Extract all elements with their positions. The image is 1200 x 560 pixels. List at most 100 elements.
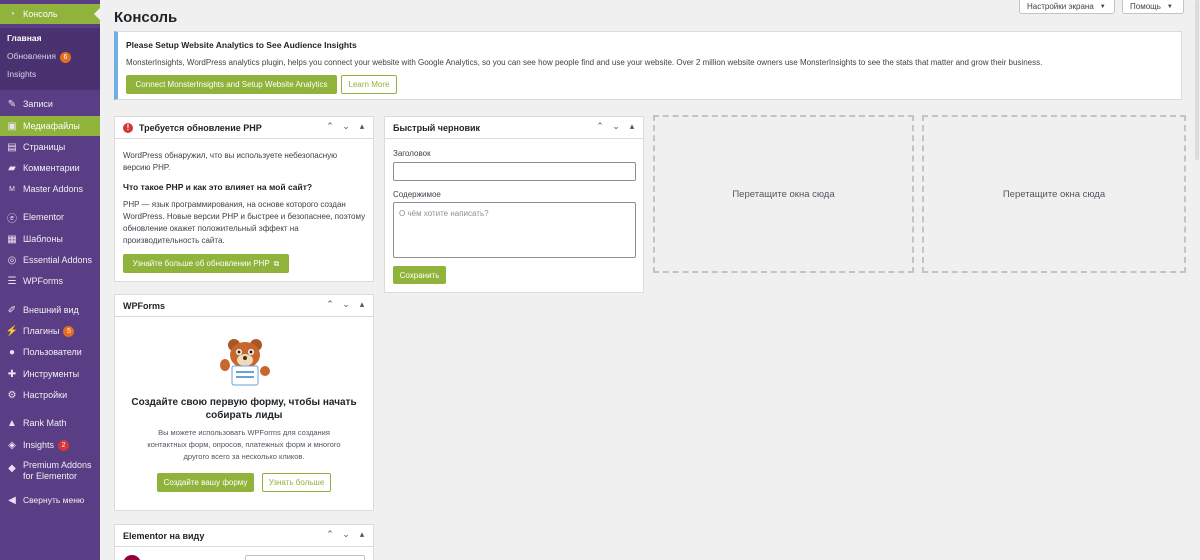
toggle-panel-icon[interactable]: ▴ <box>627 121 637 132</box>
screen-options-button[interactable]: Настройки экрана ▼ <box>1019 0 1115 14</box>
menu-dashboard[interactable]: ◔ Консоль <box>0 4 100 24</box>
menu-rank-math-label: Rank Math <box>23 418 67 428</box>
page-title: Консоль <box>114 9 178 26</box>
draft-content-placeholder: О чём хотите написать? <box>399 209 489 218</box>
brush-icon: ✐ <box>7 304 17 316</box>
admin-sidebar: ◔ Консоль Главная Обновления 6 Insights ✎… <box>0 0 100 560</box>
elementor-icon: ⓔ <box>7 213 17 225</box>
menu-users[interactable]: ● Пользователи <box>0 342 100 362</box>
dropzone-column-4[interactable]: Перетащите окна сюда <box>922 115 1186 273</box>
elementor-logo-icon <box>123 555 141 560</box>
menu-comments[interactable]: ▰ Комментарии <box>0 158 100 178</box>
pages-icon: ▤ <box>7 141 17 153</box>
help-label: Помощь <box>1130 2 1161 11</box>
collapse-menu-label: Свернуть меню <box>23 495 85 505</box>
submenu-home[interactable]: Главная <box>7 33 42 43</box>
menu-appearance[interactable]: ✐ Внешний вид <box>0 300 100 320</box>
save-draft-button[interactable]: Сохранить <box>393 266 446 284</box>
insights-count-badge: 2 <box>58 439 70 451</box>
move-up-icon[interactable]: ⌃ <box>325 299 335 310</box>
menu-plugins-label: Плагины <box>23 326 60 336</box>
wpforms-desc-line3: другого всего за несколько кликов. <box>183 452 305 461</box>
menu-elementor-label: Elementor <box>23 212 65 222</box>
wrench-icon: ✚ <box>7 368 17 380</box>
plugin-icon: ⚡ <box>5 325 19 337</box>
comment-icon: ▰ <box>8 162 16 174</box>
wpforms-heading: Создайте свою первую форму, чтобы начать… <box>115 396 373 422</box>
toggle-panel-icon[interactable]: ▴ <box>357 529 367 540</box>
collapse-arrow-icon: ◀ <box>8 494 16 506</box>
page-scrollbar[interactable] <box>1194 0 1200 560</box>
move-up-icon[interactable]: ⌃ <box>325 529 335 540</box>
move-down-icon[interactable]: ⌄ <box>611 121 621 132</box>
menu-elementor[interactable]: ⓔ Elementor <box>0 207 100 227</box>
wpforms-widget-controls: ⌃ ⌄ ▴ <box>325 299 367 310</box>
dashboard-submenu: Главная Обновления 6 Insights <box>0 28 100 90</box>
move-up-icon[interactable]: ⌃ <box>595 121 605 132</box>
menu-pages-label: Страницы <box>23 142 66 152</box>
learn-more-button[interactable]: Learn More <box>341 75 397 94</box>
move-down-icon[interactable]: ⌄ <box>341 529 351 540</box>
menu-tools-label: Инструменты <box>23 369 80 379</box>
analytics-notice: Please Setup Website Analytics to See Au… <box>114 31 1182 100</box>
menu-essential-addons-label: Essential Addons <box>23 255 93 265</box>
menu-master-addons[interactable]: M Master Addons <box>0 179 100 199</box>
menu-master-addons-label: Master Addons <box>23 184 84 194</box>
menu-plugins[interactable]: ⚡ Плагины 5 <box>0 321 100 341</box>
plugins-count-badge: 5 <box>63 325 75 337</box>
draft-content-textarea[interactable]: О чём хотите написать? <box>393 202 636 258</box>
menu-insights[interactable]: ◈ Insights 2 <box>0 435 100 455</box>
scrollbar-thumb[interactable] <box>1195 0 1199 160</box>
menu-rank-math[interactable]: ▲ Rank Math <box>0 413 100 433</box>
menu-templates[interactable]: ▦ Шаблоны <box>0 229 100 249</box>
create-form-button[interactable]: Создайте вашу форму <box>157 473 254 492</box>
wpforms-learn-more-button[interactable]: Узнать больше <box>262 473 331 492</box>
menu-comments-label: Комментарии <box>23 163 80 173</box>
premium-addons-line2: for Elementor <box>23 471 78 481</box>
php-widget-controls: ⌃ ⌄ ▴ <box>325 121 367 132</box>
submenu-insights[interactable]: Insights <box>7 69 36 79</box>
menu-posts-label: Записи <box>23 99 53 109</box>
move-down-icon[interactable]: ⌄ <box>341 299 351 310</box>
menu-media[interactable]: ▣ Медиафайлы <box>0 116 100 136</box>
menu-users-label: Пользователи <box>23 347 82 357</box>
wpforms-heading-line1: Создайте свою первую форму, чтобы начать <box>131 397 357 408</box>
menu-wpforms[interactable]: ☰ WPForms <box>0 271 100 291</box>
wpforms-widget-title: WPForms <box>123 300 166 311</box>
submenu-updates[interactable]: Обновления 6 <box>7 51 71 63</box>
menu-settings[interactable]: ⚙ Настройки <box>0 385 100 405</box>
php-learn-more-label: Узнайте больше об обновлении PHP <box>132 259 270 268</box>
help-button[interactable]: Помощь ▼ <box>1122 0 1184 14</box>
draft-title-input[interactable] <box>393 162 636 181</box>
php-learn-more-button[interactable]: Узнайте больше об обновлении PHP ⧉ <box>123 254 289 273</box>
toggle-panel-icon[interactable]: ▴ <box>357 299 367 310</box>
php-desc-line4: производительность сайта. <box>123 236 225 245</box>
menu-essential-addons[interactable]: ◎ Essential Addons <box>0 250 100 270</box>
connect-monsterinsights-button[interactable]: Connect MonsterInsights and Setup Websit… <box>126 75 337 94</box>
draft-title-label: Заголовок <box>393 149 431 158</box>
php-widget-title: Требуется обновление PHP <box>139 122 262 133</box>
menu-posts[interactable]: ✎ Записи <box>0 94 100 114</box>
move-down-icon[interactable]: ⌄ <box>341 121 351 132</box>
menu-premium-addons[interactable]: ◆ Premium Addons for Elementor <box>0 460 100 486</box>
php-warning-line2: версию PHP. <box>123 163 171 172</box>
premium-addons-line1: Premium Addons <box>23 460 92 470</box>
move-up-icon[interactable]: ⌃ <box>325 121 335 132</box>
quick-draft-controls: ⌃ ⌄ ▴ <box>595 121 637 132</box>
dropzone-column-3[interactable]: Перетащите окна сюда <box>653 115 914 273</box>
media-icon: ▣ <box>7 120 17 132</box>
toggle-panel-icon[interactable]: ▴ <box>357 121 367 132</box>
collapse-menu-button[interactable]: ◀ Свернуть меню <box>0 490 100 510</box>
updates-count-badge: 6 <box>59 52 71 63</box>
master-addons-icon: M <box>9 185 15 193</box>
menu-dashboard-label: Консоль <box>23 9 58 19</box>
menu-tools[interactable]: ✚ Инструменты <box>0 364 100 384</box>
submenu-updates-label: Обновления <box>7 51 56 61</box>
php-warning-line1: WordPress обнаружил, что вы используете … <box>123 151 338 160</box>
elementor-create-page-button[interactable] <box>245 555 365 560</box>
menu-pages[interactable]: ▤ Страницы <box>0 137 100 157</box>
php-update-widget: ! Требуется обновление PHP ⌃ ⌄ ▴ WordPre… <box>114 116 374 282</box>
quick-draft-widget: Быстрый черновик ⌃ ⌄ ▴ Заголовок Содержи… <box>384 116 644 293</box>
users-icon: ● <box>8 346 16 358</box>
notice-title: Please Setup Website Analytics to See Au… <box>126 40 357 50</box>
